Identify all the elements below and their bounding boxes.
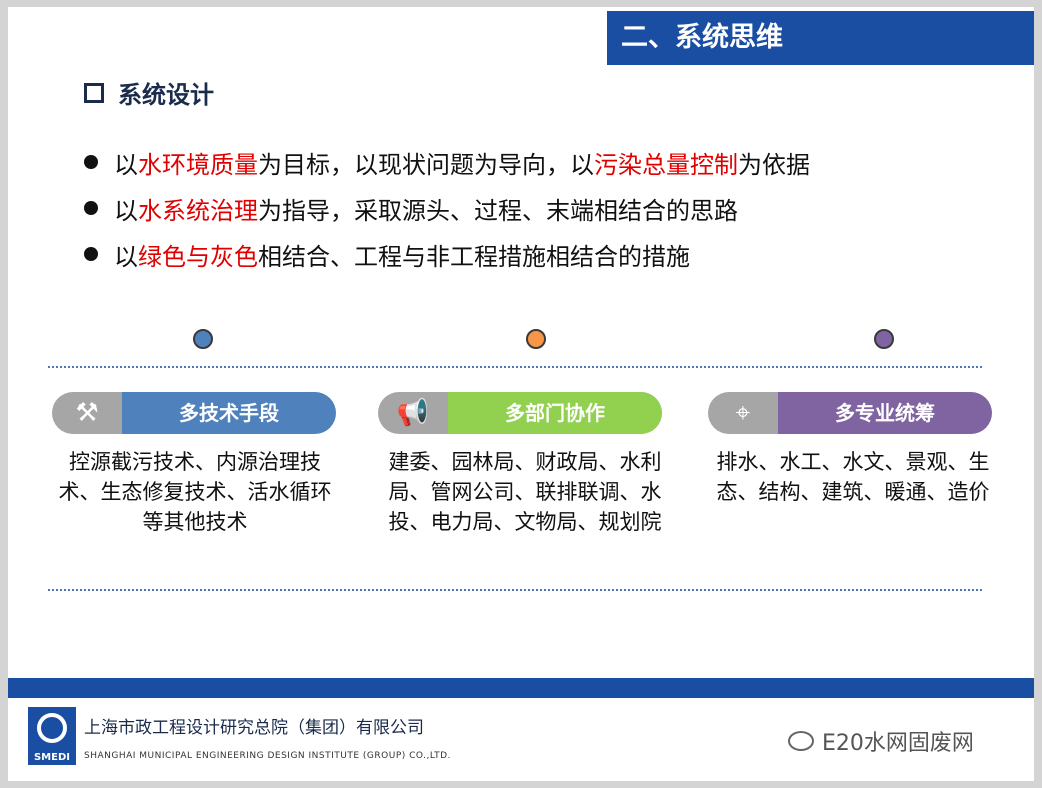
card-label: 多技术手段 xyxy=(122,392,336,434)
timeline-node-purple xyxy=(874,329,894,349)
card-description: 排水、水工、水文、景观、生态、结构、建筑、暖通、造价 xyxy=(716,450,990,504)
timeline-node-blue xyxy=(193,329,213,349)
bullet-dot-icon xyxy=(84,155,98,169)
company-logo: SMEDI xyxy=(28,707,76,765)
section-heading: 系统设计 xyxy=(84,75,214,110)
tools-icon: ⚒ xyxy=(75,398,99,428)
text-segment: 以 xyxy=(114,196,138,225)
bullet-item: 以绿色与灰色相结合、工程与非工程措施相结合的措施 xyxy=(84,231,810,277)
text-segment: 为目标，以现状问题为导向，以 xyxy=(258,150,594,179)
highlight-text: 污染总量控制 xyxy=(594,150,738,179)
slide: 二、系统思维 系统设计 以水环境质量为目标，以现状问题为导向，以污染总量控制为依… xyxy=(8,7,1034,781)
section-title: 系统设计 xyxy=(118,81,214,109)
bullet-item: 以水系统治理为指导，采取源头、过程、末端相结合的思路 xyxy=(84,185,810,231)
bullet-text: 以绿色与灰色相结合、工程与非工程措施相结合的措施 xyxy=(114,237,690,272)
bullet-item: 以水环境质量为目标，以现状问题为导向，以污染总量控制为依据 xyxy=(84,139,810,185)
text-segment: 以 xyxy=(114,242,138,271)
highlight-text: 水环境质量 xyxy=(138,150,258,179)
organization-name-cn: 上海市政工程设计研究总院（集团）有限公司 xyxy=(84,718,424,738)
megaphone-icon: 📢 xyxy=(396,398,430,428)
dotted-divider-top xyxy=(48,366,982,368)
card-description: 控源截污技术、内源治理技术、生态修复技术、活水循环等其他技术 xyxy=(58,450,332,534)
bullet-text: 以水环境质量为目标，以现状问题为导向，以污染总量控制为依据 xyxy=(114,145,810,180)
square-bullet-icon xyxy=(84,82,104,103)
highlight-text: 绿色与灰色 xyxy=(138,242,258,271)
text-segment: 相结合、工程与非工程措施相结合的措施 xyxy=(258,242,690,271)
target-icon: ⌖ xyxy=(735,398,751,428)
logo-ring-icon xyxy=(37,713,67,743)
card-label: 多部门协作 xyxy=(448,392,662,434)
text-segment: 为依据 xyxy=(738,150,810,179)
card-pill-departments: 📢 多部门协作 xyxy=(378,392,662,434)
bullet-dot-icon xyxy=(84,247,98,261)
dotted-divider-bottom xyxy=(48,589,982,591)
timeline-node-orange xyxy=(526,329,546,349)
watermark-text: E20水网固废网 xyxy=(822,731,974,756)
wechat-icon xyxy=(788,731,814,751)
watermark: E20水网固废网 xyxy=(788,725,974,757)
footer-bar xyxy=(8,678,1034,698)
logo-text: SMEDI xyxy=(33,752,70,763)
text-segment: 以 xyxy=(114,150,138,179)
card-pill-technology: ⚒ 多技术手段 xyxy=(52,392,336,434)
highlight-text: 水系统治理 xyxy=(138,196,258,225)
card-pill-disciplines: ⌖ 多专业统筹 xyxy=(708,392,992,434)
text-segment: 为指导，采取源头、过程、末端相结合的思路 xyxy=(258,196,738,225)
organization-name-en: SHANGHAI MUNICIPAL ENGINEERING DESIGN IN… xyxy=(84,751,451,761)
card-description: 建委、园林局、财政局、水利局、管网公司、联排联调、水投、电力局、文物局、规划院 xyxy=(388,450,662,534)
bullet-text: 以水系统治理为指导，采取源头、过程、末端相结合的思路 xyxy=(114,191,738,226)
bullet-dot-icon xyxy=(84,201,98,215)
bullet-list: 以水环境质量为目标，以现状问题为导向，以污染总量控制为依据 以水系统治理为指导，… xyxy=(84,139,810,277)
card-label: 多专业统筹 xyxy=(778,392,992,434)
slide-title: 二、系统思维 xyxy=(607,11,1034,65)
